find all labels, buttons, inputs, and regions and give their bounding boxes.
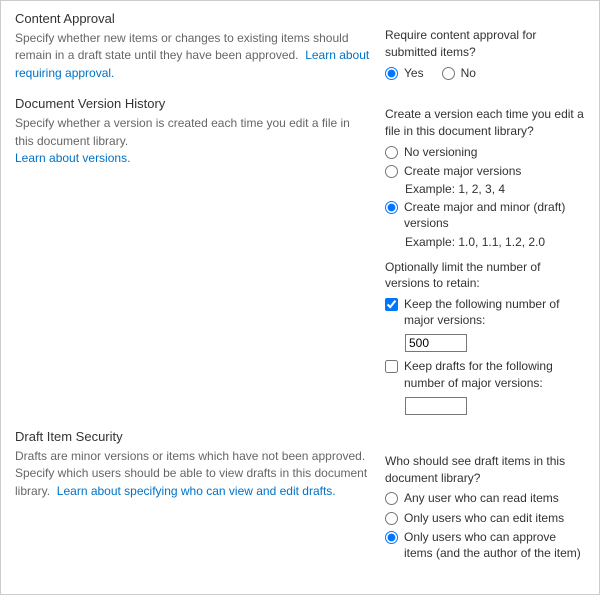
content-approval-yes-option[interactable]: Yes: [385, 65, 424, 81]
content-approval-title: Content Approval: [15, 11, 371, 26]
keep-major-checkbox[interactable]: [385, 298, 398, 311]
section-left: Document Version History Specify whether…: [15, 96, 385, 167]
keep-major-input[interactable]: [405, 334, 467, 352]
draft-read-option[interactable]: Any user who can read items: [385, 490, 585, 506]
version-none-option[interactable]: No versioning: [385, 144, 585, 160]
content-approval-options: Yes No: [385, 65, 585, 81]
version-none-radio[interactable]: [385, 146, 398, 159]
draft-read-radio[interactable]: [385, 492, 398, 505]
keep-major-label: Keep the following number of major versi…: [404, 296, 585, 328]
draft-read-label: Any user who can read items: [404, 490, 585, 506]
version-q1: Create a version each time you edit a fi…: [385, 106, 585, 140]
version-history-title: Document Version History: [15, 96, 371, 111]
version-history-desc-text: Specify whether a version is created eac…: [15, 116, 350, 147]
version-major-example: Example: 1, 2, 3, 4: [405, 182, 585, 196]
keep-drafts-label: Keep drafts for the following number of …: [404, 358, 585, 390]
version-q2: Optionally limit the number of versions …: [385, 259, 585, 293]
version-minor-label: Create major and minor (draft) versions: [404, 199, 585, 231]
keep-major-option[interactable]: Keep the following number of major versi…: [385, 296, 585, 328]
section-right: Require content approval for submitted i…: [385, 11, 585, 81]
keep-drafts-input[interactable]: [405, 397, 467, 415]
content-approval-yes-radio[interactable]: [385, 67, 398, 80]
settings-page: Content Approval Specify whether new ite…: [0, 0, 600, 595]
section-right: Create a version each time you edit a fi…: [385, 96, 585, 415]
version-minor-radio[interactable]: [385, 201, 398, 214]
draft-approve-label: Only users who can approve items (and th…: [404, 529, 585, 561]
version-history-learn-link[interactable]: Learn about versions.: [15, 151, 130, 165]
draft-security-question: Who should see draft items in this docum…: [385, 453, 585, 487]
content-approval-desc-text: Specify whether new items or changes to …: [15, 31, 349, 62]
draft-edit-label: Only users who can edit items: [404, 510, 585, 526]
version-major-radio[interactable]: [385, 165, 398, 178]
keep-drafts-option[interactable]: Keep drafts for the following number of …: [385, 358, 585, 390]
draft-security-title: Draft Item Security: [15, 429, 371, 444]
content-approval-question: Require content approval for submitted i…: [385, 27, 585, 61]
content-approval-no-label: No: [461, 65, 476, 81]
content-approval-no-radio[interactable]: [442, 67, 455, 80]
section-left: Draft Item Security Drafts are minor ver…: [15, 429, 385, 500]
version-history-desc: Specify whether a version is created eac…: [15, 115, 371, 167]
keep-drafts-checkbox[interactable]: [385, 360, 398, 373]
version-minor-option[interactable]: Create major and minor (draft) versions: [385, 199, 585, 231]
version-major-label: Create major versions: [404, 163, 585, 179]
draft-approve-option[interactable]: Only users who can approve items (and th…: [385, 529, 585, 561]
draft-edit-option[interactable]: Only users who can edit items: [385, 510, 585, 526]
section-version-history: Document Version History Specify whether…: [15, 96, 585, 415]
section-content-approval: Content Approval Specify whether new ite…: [15, 11, 585, 82]
draft-security-desc: Drafts are minor versions or items which…: [15, 448, 371, 500]
version-none-label: No versioning: [404, 144, 585, 160]
section-draft-security: Draft Item Security Drafts are minor ver…: [15, 429, 585, 564]
content-approval-yes-label: Yes: [404, 65, 424, 81]
section-left: Content Approval Specify whether new ite…: [15, 11, 385, 82]
version-minor-example: Example: 1.0, 1.1, 1.2, 2.0: [405, 235, 585, 249]
content-approval-no-option[interactable]: No: [442, 65, 476, 81]
draft-security-learn-link[interactable]: Learn about specifying who can view and …: [57, 484, 336, 498]
draft-edit-radio[interactable]: [385, 512, 398, 525]
version-major-option[interactable]: Create major versions: [385, 163, 585, 179]
section-right: Who should see draft items in this docum…: [385, 429, 585, 564]
content-approval-desc: Specify whether new items or changes to …: [15, 30, 371, 82]
